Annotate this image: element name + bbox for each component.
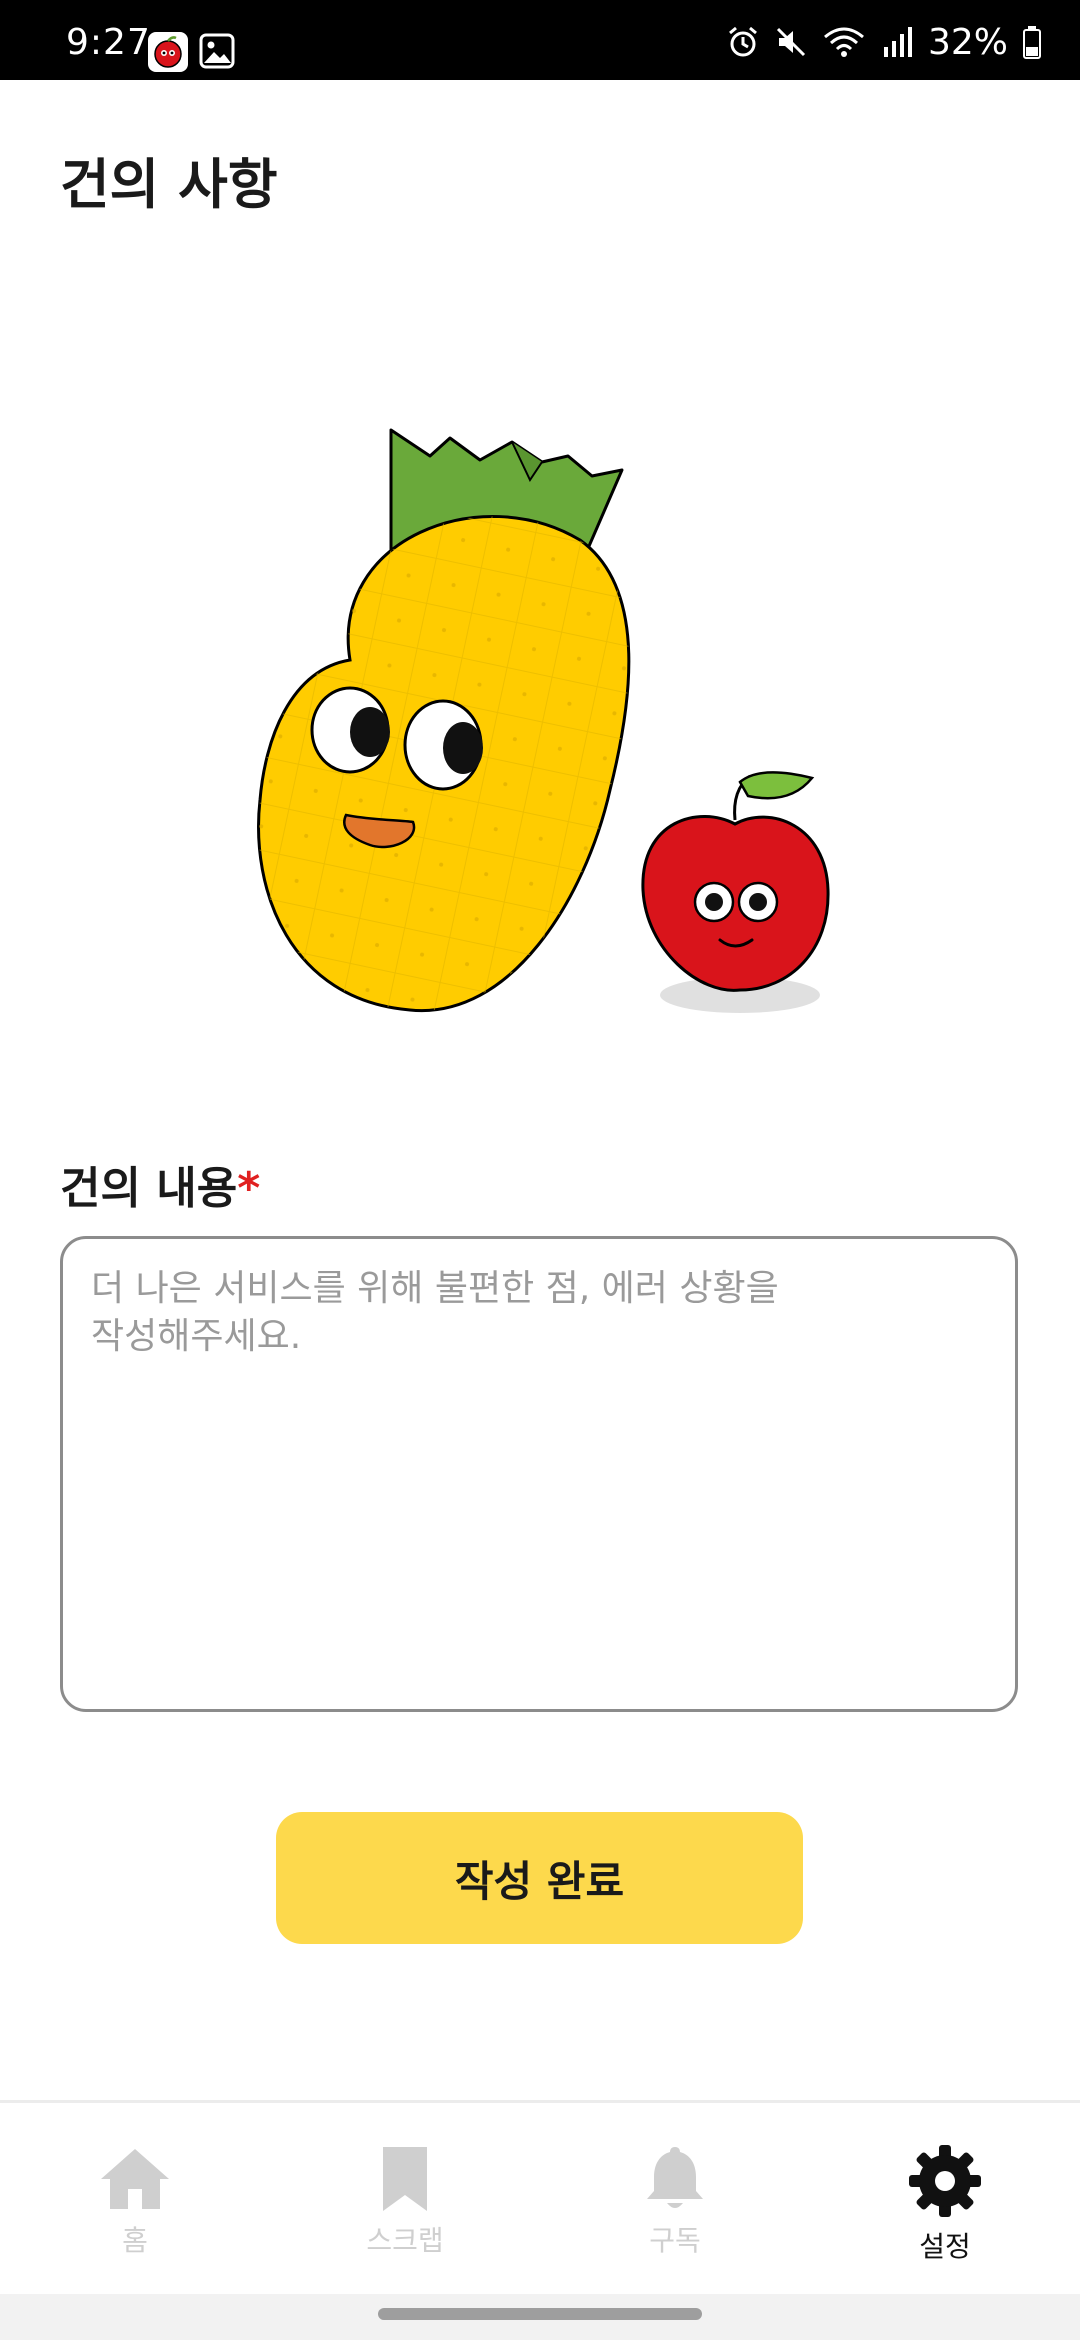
page-title: 건의 사항 xyxy=(60,153,278,216)
signal-icon xyxy=(883,27,912,57)
nav-label-home: 홈 xyxy=(122,2224,148,2257)
battery-percentage: 32% xyxy=(927,21,1008,63)
fruit-mascot-illustration xyxy=(230,420,850,1020)
suggestion-content-label: 건의 내용* xyxy=(60,1152,260,1216)
wifi-icon xyxy=(824,27,864,57)
home-icon xyxy=(101,2149,169,2209)
submit-button[interactable]: 작성 완료 xyxy=(276,1812,803,1944)
nav-item-home[interactable]: 홈 xyxy=(0,2103,270,2297)
bottom-nav: 홈 스크랩 구독 설정 xyxy=(0,2100,1080,2297)
nav-label-scrap: 스크랩 xyxy=(366,2224,444,2257)
required-mark: * xyxy=(237,1163,261,1214)
home-gesture-handle[interactable] xyxy=(378,2308,702,2320)
status-time: 9:27 xyxy=(66,22,151,63)
nav-label-subscribe: 구독 xyxy=(649,2224,701,2257)
alarm-icon xyxy=(729,26,757,57)
suggestion-textarea[interactable] xyxy=(91,1265,987,1683)
mute-icon xyxy=(776,27,806,57)
bookmark-icon xyxy=(383,2147,427,2211)
status-bar: 9:27 32% xyxy=(0,0,1080,80)
gallery-icon xyxy=(198,32,236,70)
gear-icon xyxy=(909,2145,981,2217)
nav-item-subscribe[interactable]: 구독 xyxy=(540,2103,810,2297)
nav-item-settings[interactable]: 설정 xyxy=(810,2103,1080,2297)
bell-icon xyxy=(647,2147,703,2208)
status-icons: 32% xyxy=(726,21,1042,63)
battery-icon xyxy=(1023,26,1041,59)
suggestion-content-label-text: 건의 내용 xyxy=(60,1163,238,1214)
suggestion-textarea-container[interactable] xyxy=(60,1236,1018,1712)
nav-label-settings: 설정 xyxy=(919,2230,971,2263)
system-gesture-bar xyxy=(0,2294,1080,2340)
nav-item-scrap[interactable]: 스크랩 xyxy=(270,2103,540,2297)
app-notification-icon xyxy=(148,32,188,72)
